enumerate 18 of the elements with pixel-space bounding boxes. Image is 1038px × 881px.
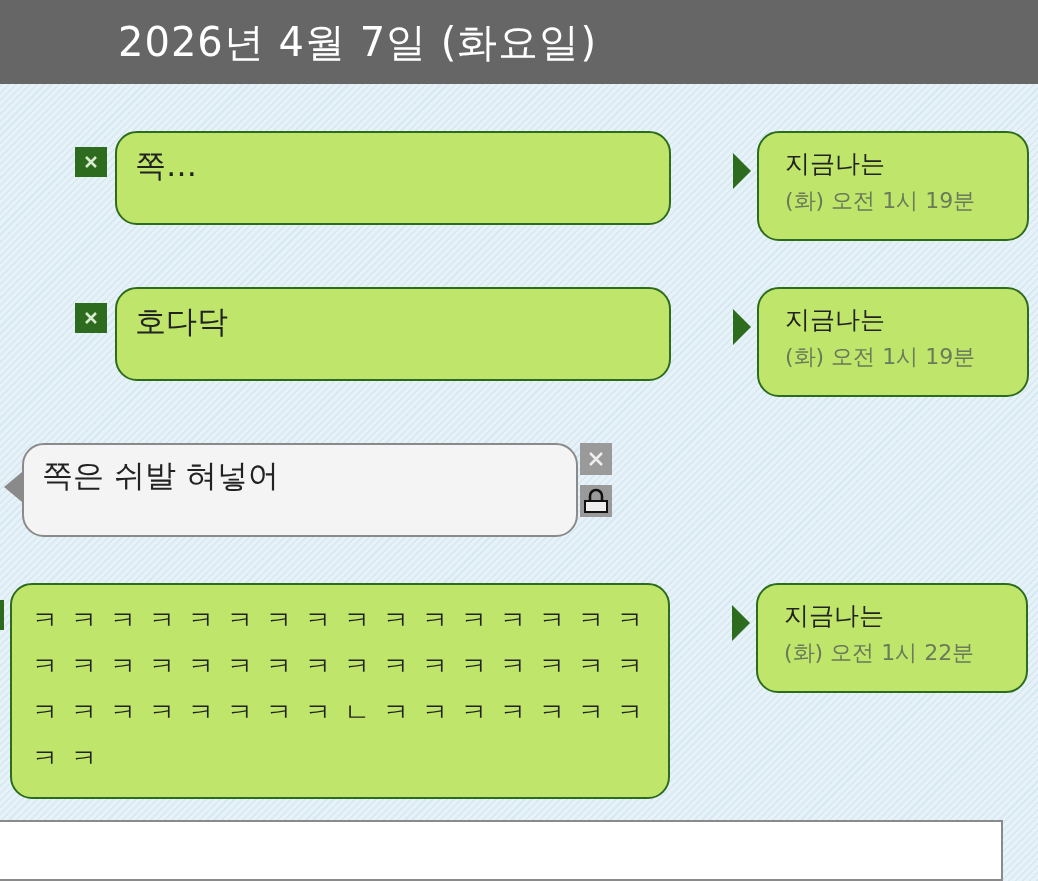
status-label: 지금나는 [784, 600, 885, 632]
delete-icon[interactable] [75, 303, 107, 333]
message-bubble: 호다닥 [115, 287, 671, 381]
message-bubble: 쪽… [115, 131, 671, 225]
status-label: 지금나는 [785, 304, 886, 336]
message-bubble: ㅋㅋㅋㅋㅋㅋㅋㅋㅋㅋㅋㅋㅋㅋㅋㅋㅋㅋㅋㅋㅋㅋㅋㅋㅋㅋㅋㅋㅋㅋㅋㅋㅋㅋㅋㅋㅋㅋㅋㅋㄴㅋㅋㅋㅋㅋㅋㅋㅋㅋ [10, 583, 670, 799]
message-time: (화) 오전 1시 22분 [784, 639, 976, 667]
pointer-icon [733, 309, 751, 345]
pointer-icon [733, 153, 751, 189]
message-time: (화) 오전 1시 19분 [785, 343, 977, 371]
delete-icon[interactable] [75, 147, 107, 177]
date-title: 2026년 4월 7일 (화요일) [118, 17, 598, 67]
message-time: (화) 오전 1시 19분 [785, 187, 977, 215]
pointer-icon [4, 472, 22, 502]
message-input[interactable] [0, 820, 1003, 881]
lock-icon[interactable] [580, 485, 612, 517]
status-label: 지금나는 [785, 148, 886, 180]
pointer-icon [732, 605, 750, 641]
